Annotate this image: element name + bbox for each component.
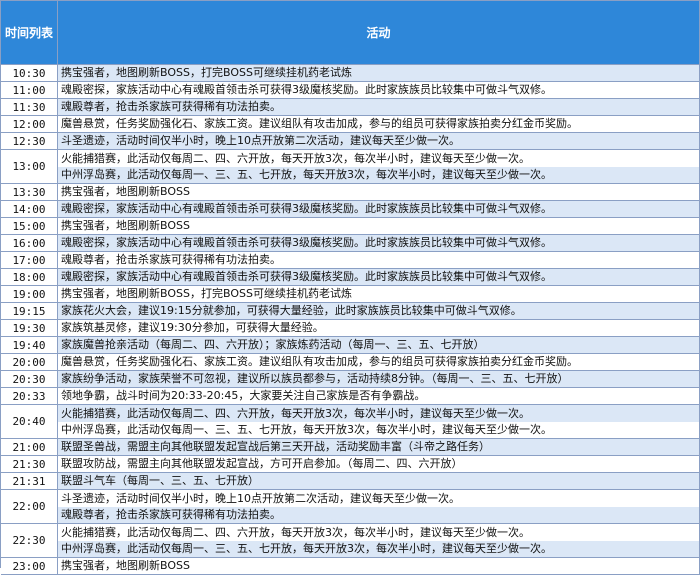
activity-line: 中州浮岛赛，此活动仅每周一、三、五、七开放，每天开放3次，每次半小时，建议每天至…: [58, 167, 699, 183]
activity-cell: 领地争霸，战斗时间为20:33-20:45，大家要关注自己家族是否有争霸战。: [58, 388, 700, 405]
activity-line: 魂殿尊者，抢击杀家族可获得稀有功法拍卖。: [58, 507, 699, 523]
activity-line: 携宝强者，地图刷新BOSS，打完BOSS可继续挂机药老试炼: [58, 65, 699, 81]
time-cell: 21:30: [1, 456, 58, 473]
header-activity: 活动: [58, 1, 700, 65]
time-cell: 14:00: [1, 201, 58, 218]
activity-cell: 魂殿尊者，抢击杀家族可获得稀有功法拍卖。: [58, 99, 700, 116]
activity-cell: 魂殿密探，家族活动中心有魂殿首领击杀可获得3级魔核奖励。此时家族族员比较集中可做…: [58, 82, 700, 99]
activity-cell: 魂殿密探，家族活动中心有魂殿首领击杀可获得3级魔核奖励。此时家族族员比较集中可做…: [58, 269, 700, 286]
time-cell: 19:40: [1, 337, 58, 354]
activity-cell: 斗圣遗迹，活动时间仅半小时，晚上10点开放第二次活动，建议每天至少做一次。 魂殿尊…: [58, 490, 700, 524]
activity-cell: 携宝强者，地图刷新BOSS: [58, 558, 700, 575]
time-cell: 20:30: [1, 371, 58, 388]
activity-line: 携宝强者，地图刷新BOSS，打完BOSS可继续挂机药老试炼: [58, 286, 699, 302]
time-cell: 18:00: [1, 269, 58, 286]
activity-line: 魂殿密探，家族活动中心有魂殿首领击杀可获得3级魔核奖励。此时家族族员比较集中可做…: [58, 235, 699, 251]
activity-cell: 携宝强者，地图刷新BOSS，打完BOSS可继续挂机药老试炼: [58, 286, 700, 303]
activity-line: 魔兽悬赏，任务奖励强化石、家族工资。建议组队有攻击加成，参与的组员可获得家族拍卖…: [58, 354, 699, 370]
activity-line: 携宝强者，地图刷新BOSS: [58, 218, 699, 234]
activity-cell: 魂殿密探，家族活动中心有魂殿首领击杀可获得3级魔核奖励。此时家族族员比较集中可做…: [58, 235, 700, 252]
activity-cell: 携宝强者，地图刷新BOSS，打完BOSS可继续挂机药老试炼: [58, 65, 700, 82]
time-cell: 15:00: [1, 218, 58, 235]
activity-cell: 联盟圣兽战，需盟主向其他联盟发起宣战后第三天开战，活动奖励丰富（斗帝之路任务）: [58, 439, 700, 456]
activity-line: 联盟斗气车（每周一、三、五、七开放）: [58, 473, 699, 489]
time-cell: 20:40: [1, 405, 58, 439]
time-cell: 22:30: [1, 524, 58, 558]
activity-line: 家族纷争活动，家族荣誉不可忽视，建议所以族员都参与，活动持续8分钟。（每周一、三…: [58, 371, 699, 387]
time-cell: 19:30: [1, 320, 58, 337]
activity-line: 联盟圣兽战，需盟主向其他联盟发起宣战后第三天开战，活动奖励丰富（斗帝之路任务）: [58, 439, 699, 455]
activity-cell: 火能捕猎赛，此活动仅每周二、四、六开放，每天开放3次，每次半小时，建议每天至少做…: [58, 524, 700, 558]
time-cell: 13:00: [1, 150, 58, 184]
time-cell: 17:00: [1, 252, 58, 269]
activity-cell: 火能捕猎赛，此活动仅每周二、四、六开放，每天开放3次，每次半小时，建议每天至少做…: [58, 150, 700, 184]
activity-cell: 魂殿尊者，抢击杀家族可获得稀有功法拍卖。: [58, 252, 700, 269]
activity-line: 携宝强者，地图刷新BOSS: [58, 184, 699, 200]
activity-cell: 携宝强者，地图刷新BOSS: [58, 184, 700, 201]
activity-line: 家族魔兽抢亲活动（每周二、四、六开放）；家族炼药活动（每周一、三、五、七开放）: [58, 337, 699, 353]
schedule-table: 时间列表 活动 10:30 携宝强者，地图刷新BOSS，打完BOSS可继续挂机药老…: [1, 1, 700, 575]
time-cell: 20:33: [1, 388, 58, 405]
time-cell: 11:30: [1, 99, 58, 116]
time-cell: 10:30: [1, 65, 58, 82]
activity-line: 魔兽悬赏，任务奖励强化石、家族工资。建议组队有攻击加成，参与的组员可获得家族拍卖…: [58, 116, 699, 132]
activity-line: 魂殿密探，家族活动中心有魂殿首领击杀可获得3级魔核奖励。此时家族族员比较集中可做…: [58, 82, 699, 98]
activity-line: 魂殿尊者，抢击杀家族可获得稀有功法拍卖。: [58, 252, 699, 268]
activity-line: 魂殿尊者，抢击杀家族可获得稀有功法拍卖。: [58, 99, 699, 115]
activity-cell: 斗圣遗迹，活动时间仅半小时，晚上10点开放第二次活动，建议每天至少做一次。: [58, 133, 700, 150]
activity-line: 魂殿密探，家族活动中心有魂殿首领击杀可获得3级魔核奖励。此时家族族员比较集中可做…: [58, 269, 699, 285]
activity-line: 家族筑基灵修，建议19:30分参加，可获得大量经验。: [58, 320, 699, 336]
activity-line: 联盟攻防战，需盟主向其他联盟发起宣战，方可开启参加。（每周二、四、六开放）: [58, 456, 699, 472]
activity-cell: 家族魔兽抢亲活动（每周二、四、六开放）；家族炼药活动（每周一、三、五、七开放）: [58, 337, 700, 354]
activity-cell: 火能捕猎赛，此活动仅每周二、四、六开放，每天开放3次，每次半小时，建议每天至少做…: [58, 405, 700, 439]
activity-line: 携宝强者，地图刷新BOSS: [58, 558, 699, 574]
activity-line: 斗圣遗迹，活动时间仅半小时，晚上10点开放第二次活动，建议每天至少做一次。: [58, 133, 699, 149]
time-cell: 22:00: [1, 490, 58, 524]
time-cell: 13:30: [1, 184, 58, 201]
activity-line: 家族花火大会，建议19:15分就参加，可获得大量经验，此时家族族员比较集中可做斗…: [58, 303, 699, 319]
time-cell: 20:00: [1, 354, 58, 371]
activity-line: 魂殿密探，家族活动中心有魂殿首领击杀可获得3级魔核奖励。此时家族族员比较集中可做…: [58, 201, 699, 217]
activity-cell: 家族纷争活动，家族荣誉不可忽视，建议所以族员都参与，活动持续8分钟。（每周一、三…: [58, 371, 700, 388]
activity-cell: 联盟攻防战，需盟主向其他联盟发起宣战，方可开启参加。（每周二、四、六开放）: [58, 456, 700, 473]
activity-line: 领地争霸，战斗时间为20:33-20:45，大家要关注自己家族是否有争霸战。: [58, 388, 699, 404]
activity-cell: 魔兽悬赏，任务奖励强化石、家族工资。建议组队有攻击加成，参与的组员可获得家族拍卖…: [58, 354, 700, 371]
schedule-sheet: 时间列表 活动 10:30 携宝强者，地图刷新BOSS，打完BOSS可继续挂机药老…: [0, 0, 700, 575]
time-cell: 23:00: [1, 558, 58, 575]
activity-line: 火能捕猎赛，此活动仅每周二、四、六开放，每天开放3次，每次半小时，建议每天至少做…: [58, 405, 699, 422]
time-cell: 11:00: [1, 82, 58, 99]
header-time-list: 时间列表: [1, 1, 58, 65]
activity-cell: 携宝强者，地图刷新BOSS: [58, 218, 700, 235]
time-cell: 12:00: [1, 116, 58, 133]
activity-cell: 魔兽悬赏，任务奖励强化石、家族工资。建议组队有攻击加成，参与的组员可获得家族拍卖…: [58, 116, 700, 133]
time-cell: 21:00: [1, 439, 58, 456]
activity-cell: 魂殿密探，家族活动中心有魂殿首领击杀可获得3级魔核奖励。此时家族族员比较集中可做…: [58, 201, 700, 218]
activity-line: 火能捕猎赛，此活动仅每周二、四、六开放，每天开放3次，每次半小时，建议每天至少做…: [58, 524, 699, 541]
time-cell: 16:00: [1, 235, 58, 252]
activity-cell: 家族花火大会，建议19:15分就参加，可获得大量经验，此时家族族员比较集中可做斗…: [58, 303, 700, 320]
activity-line: 中州浮岛赛，此活动仅每周一、三、五、七开放，每天开放3次，每次半小时，建议每天至…: [58, 541, 699, 557]
time-cell: 19:00: [1, 286, 58, 303]
time-cell: 21:31: [1, 473, 58, 490]
activity-cell: 家族筑基灵修，建议19:30分参加，可获得大量经验。: [58, 320, 700, 337]
time-cell: 19:15: [1, 303, 58, 320]
activity-line: 中州浮岛赛，此活动仅每周一、三、五、七开放，每天开放3次，每次半小时，建议每天至…: [58, 422, 699, 438]
activity-cell: 联盟斗气车（每周一、三、五、七开放）: [58, 473, 700, 490]
activity-line: 火能捕猎赛，此活动仅每周二、四、六开放，每天开放3次，每次半小时，建议每天至少做…: [58, 150, 699, 167]
time-cell: 12:30: [1, 133, 58, 150]
activity-line: 斗圣遗迹，活动时间仅半小时，晚上10点开放第二次活动，建议每天至少做一次。: [58, 490, 699, 507]
